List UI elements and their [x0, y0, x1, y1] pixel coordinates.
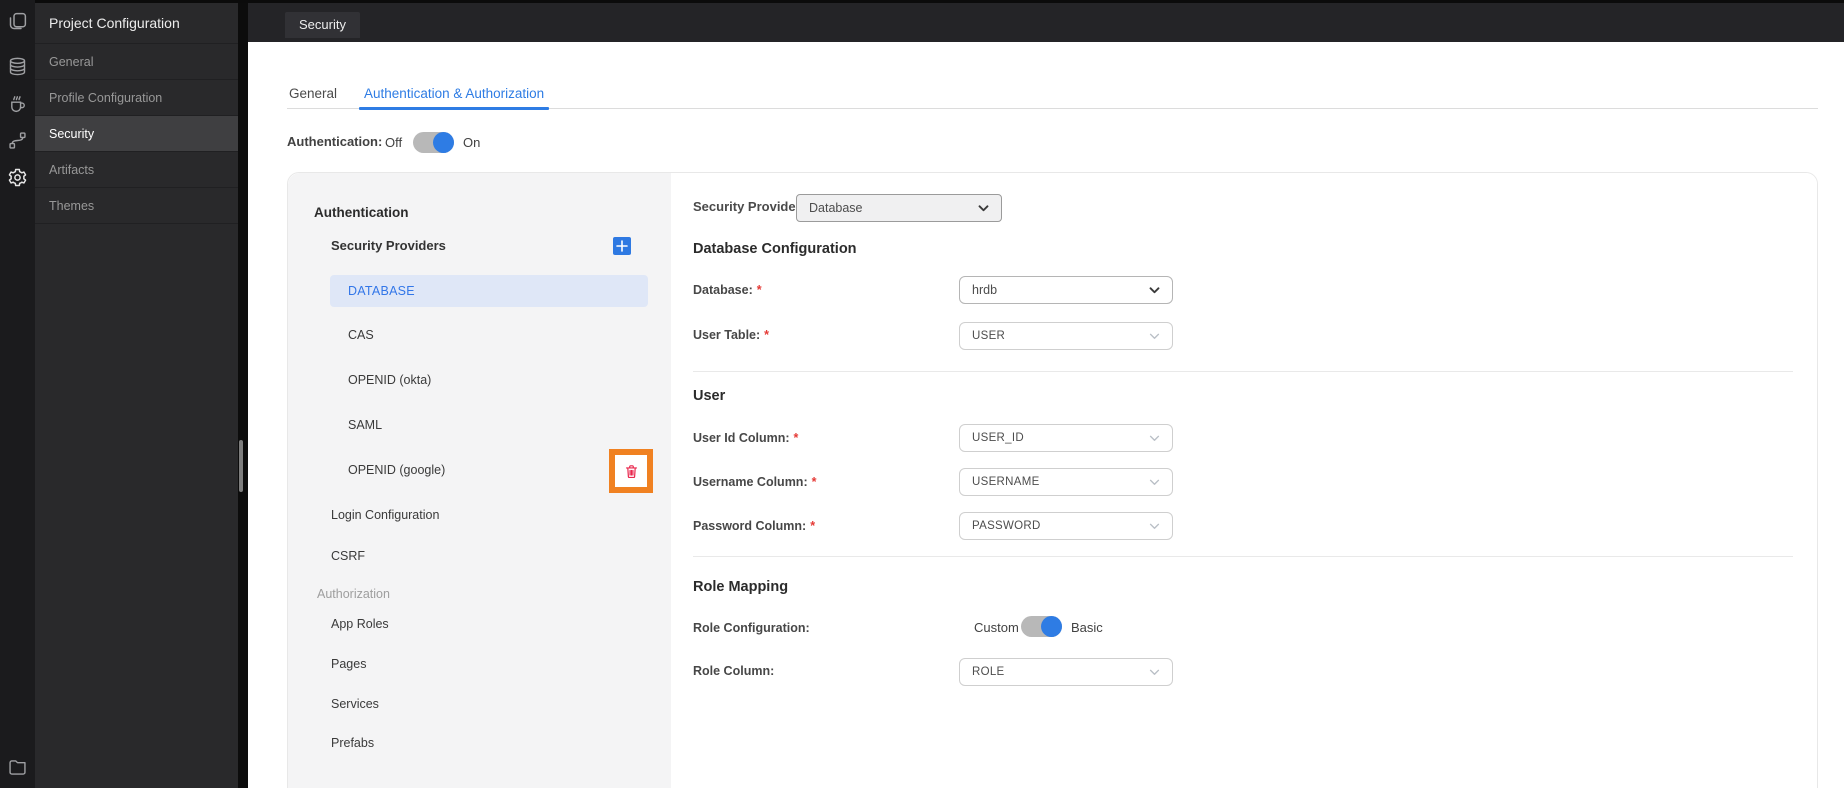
- tab-general[interactable]: General: [287, 78, 339, 108]
- toggle-thumb: [433, 132, 454, 153]
- required-asterisk: *: [810, 519, 816, 533]
- chevron-down-icon: [978, 204, 989, 212]
- security-providers-heading: Security Providers: [331, 238, 446, 253]
- user-table-select[interactable]: USER: [959, 322, 1173, 350]
- sidebar-item-general[interactable]: General: [35, 44, 238, 80]
- provider-item-database[interactable]: DATABASE: [330, 275, 648, 307]
- plus-icon: [616, 240, 628, 252]
- user-id-column-label: User Id Column: *: [693, 431, 799, 445]
- role-config-custom-label: Custom: [974, 620, 1019, 635]
- sidebar-item-artifacts[interactable]: Artifacts: [35, 152, 238, 188]
- security-provider-label: Security Provider: [693, 199, 801, 214]
- provider-item-cas[interactable]: CAS: [348, 325, 374, 345]
- user-table-label: User Table: *: [693, 328, 770, 342]
- role-configuration-label: Role Configuration:: [693, 621, 810, 635]
- required-asterisk: *: [756, 283, 762, 297]
- database-label: Database: *: [693, 283, 762, 297]
- database-select[interactable]: hrdb: [959, 276, 1173, 304]
- editor-topbar: Security: [248, 0, 1844, 42]
- username-column-label: Username Column: *: [693, 475, 817, 489]
- password-column-select[interactable]: PASSWORD: [959, 512, 1173, 540]
- chevron-down-icon: [1149, 333, 1160, 340]
- authentication-section-heading: Authentication: [314, 205, 409, 220]
- main-area: Security General Authentication & Author…: [248, 0, 1844, 788]
- section-divider: [693, 371, 1793, 372]
- authentication-off-label: Off: [385, 135, 403, 150]
- authentication-toggle[interactable]: [413, 132, 454, 153]
- nav-item-services[interactable]: Services: [331, 694, 379, 714]
- sidebar-item-security[interactable]: Security: [35, 116, 238, 152]
- database-configuration-heading: Database Configuration: [693, 241, 857, 257]
- nav-item-login-configuration[interactable]: Login Configuration: [331, 505, 439, 525]
- sidebar-item-themes[interactable]: Themes: [35, 188, 238, 224]
- authentication-on-label: On: [463, 135, 481, 150]
- project-configuration-sidebar: Project Configuration General Profile Co…: [35, 0, 238, 788]
- role-column-select[interactable]: ROLE: [959, 658, 1173, 686]
- chevron-down-icon: [1149, 669, 1160, 676]
- delete-provider-button[interactable]: [609, 449, 653, 493]
- add-security-provider-button[interactable]: [613, 237, 631, 255]
- security-provider-select[interactable]: Database: [796, 194, 1002, 222]
- password-column-label: Password Column: *: [693, 519, 816, 533]
- provider-config-form: Security Provider Database Database Conf…: [671, 173, 1817, 788]
- user-id-column-select[interactable]: USER_ID: [959, 424, 1173, 452]
- toggle-thumb: [1041, 616, 1062, 637]
- role-config-basic-label: Basic: [1071, 620, 1103, 635]
- role-configuration-toggle[interactable]: [1021, 616, 1062, 637]
- chevron-down-icon: [1149, 286, 1160, 294]
- settings-gear-icon[interactable]: [7, 166, 29, 188]
- required-asterisk: *: [764, 328, 770, 342]
- nav-item-csrf[interactable]: CSRF: [331, 546, 365, 566]
- nav-item-prefabs[interactable]: Prefabs: [331, 733, 374, 753]
- username-column-select[interactable]: USERNAME: [959, 468, 1173, 496]
- chevron-down-icon: [1149, 523, 1160, 530]
- authorization-section-heading: Authorization: [317, 587, 390, 601]
- java-services-icon[interactable]: [7, 92, 29, 114]
- top-divider: [35, 0, 1844, 3]
- role-column-label: Role Column:: [693, 664, 775, 678]
- database-icon[interactable]: [7, 55, 29, 77]
- nav-item-pages[interactable]: Pages: [331, 654, 366, 674]
- role-mapping-heading: Role Mapping: [693, 579, 789, 595]
- required-asterisk: *: [793, 431, 799, 445]
- tab-authentication-authorization[interactable]: Authentication & Authorization: [359, 78, 550, 110]
- chevron-down-icon: [1149, 435, 1160, 442]
- sidebar-scrollbar[interactable]: [238, 0, 248, 788]
- nav-item-app-roles[interactable]: App Roles: [331, 614, 389, 634]
- section-divider: [693, 556, 1793, 557]
- pages-icon[interactable]: [7, 10, 29, 32]
- topbar-tab-security[interactable]: Security: [285, 12, 360, 38]
- required-asterisk: *: [811, 475, 817, 489]
- tab-bar: General Authentication & Authorization: [287, 78, 1818, 110]
- security-config-card: Authentication Security Providers DATABA…: [287, 172, 1818, 788]
- chevron-down-icon: [1149, 479, 1160, 486]
- sidebar-title: Project Configuration: [35, 0, 238, 44]
- folder-icon[interactable]: [7, 756, 29, 778]
- activity-bar: [0, 0, 35, 788]
- provider-item-openid-okta[interactable]: OPENID (okta): [348, 370, 431, 390]
- scrollbar-thumb[interactable]: [239, 440, 243, 492]
- trash-icon: [625, 464, 637, 478]
- provider-item-openid-google[interactable]: OPENID (google): [348, 460, 445, 480]
- security-nav-panel: Authentication Security Providers DATABA…: [288, 173, 671, 788]
- apis-flow-icon[interactable]: [7, 129, 29, 151]
- provider-item-saml[interactable]: SAML: [348, 415, 382, 435]
- security-page: General Authentication & Authorization A…: [248, 42, 1844, 788]
- sidebar-item-profile-configuration[interactable]: Profile Configuration: [35, 80, 238, 116]
- authentication-label: Authentication:: [287, 134, 383, 149]
- user-section-heading: User: [693, 388, 726, 404]
